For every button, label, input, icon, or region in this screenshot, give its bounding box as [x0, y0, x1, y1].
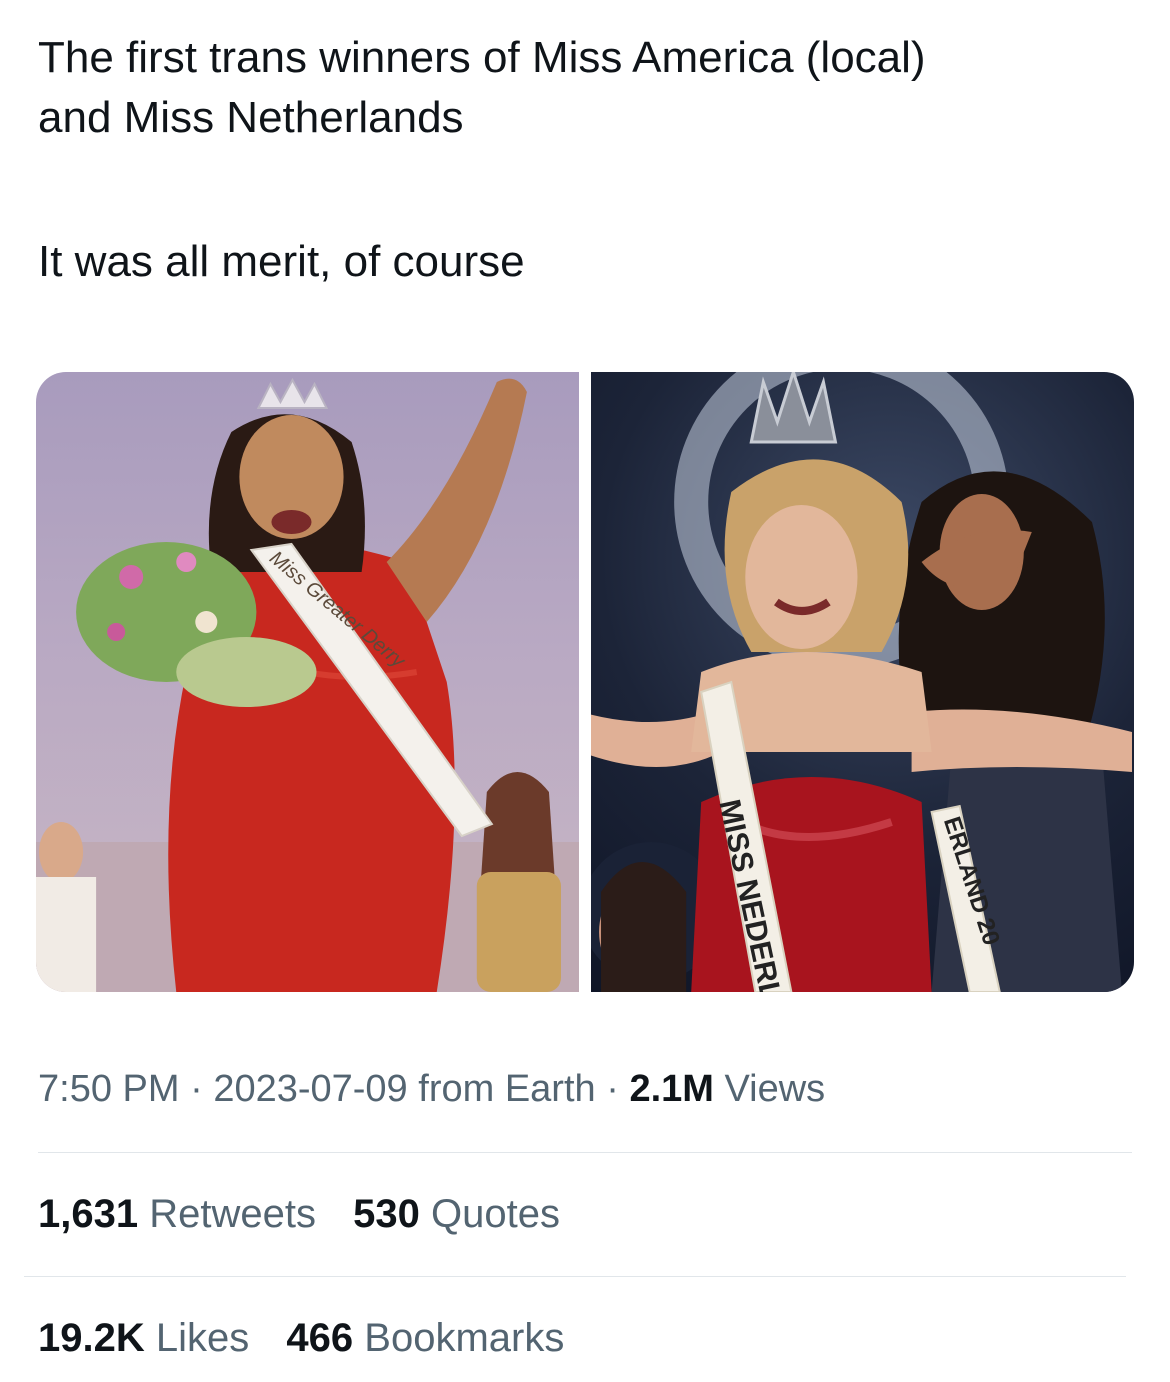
tweet-date[interactable]: 2023-07-09	[213, 1068, 407, 1110]
tweet-time[interactable]: 7:50 PM	[38, 1068, 180, 1110]
photo-illustration: Miss Greater Derry	[36, 377, 579, 992]
engagement-stats-row: 1,631 Retweets 530 Quotes	[38, 1186, 586, 1242]
tweet-text-line: It was all merit, of course	[38, 237, 525, 286]
likes-count: 19.2K	[38, 1316, 145, 1360]
divider	[24, 1276, 1126, 1277]
meta-separator: ·	[190, 1068, 203, 1110]
bookmarks-count: 466	[286, 1316, 354, 1360]
media-photo-miss-netherlands[interactable]: MISS NEDERL ERLAND 20	[591, 372, 1134, 992]
likes-stat[interactable]: 19.2K Likes	[38, 1310, 249, 1366]
media-photo-miss-greater-derry[interactable]: Miss Greater Derry	[36, 372, 579, 992]
views-label: Views	[724, 1068, 826, 1110]
tweet-text: The first trans winners of Miss America …	[38, 28, 1128, 292]
retweets-label: Retweets	[149, 1192, 316, 1236]
retweets-count: 1,631	[38, 1192, 139, 1236]
tweet-text-line: The first trans winners of Miss America …	[38, 33, 926, 82]
tweet-text-line: and Miss Netherlands	[38, 93, 464, 142]
likes-label: Likes	[155, 1316, 250, 1360]
views-count: 2.1M	[629, 1068, 714, 1110]
bookmarks-stat[interactable]: 466 Bookmarks	[286, 1310, 564, 1366]
tweet-meta: 7:50 PM · 2023-07-09 from Earth · 2.1M V…	[38, 1062, 825, 1116]
quotes-count: 530	[353, 1192, 420, 1236]
quotes-label: Quotes	[430, 1192, 560, 1236]
photo-illustration: MISS NEDERL ERLAND 20	[591, 372, 1132, 992]
tweet-media-grid: Miss Greater Derry MISS NEDERL ERLAND 20	[36, 372, 1134, 992]
bookmarks-label: Bookmarks	[364, 1316, 565, 1360]
quotes-stat[interactable]: 530 Quotes	[353, 1186, 560, 1242]
engagement-stats-row: 19.2K Likes 466 Bookmarks	[38, 1310, 590, 1366]
divider	[38, 1152, 1132, 1153]
tweet-source: from Earth	[418, 1068, 596, 1110]
meta-separator: ·	[606, 1068, 619, 1110]
retweets-stat[interactable]: 1,631 Retweets	[38, 1186, 316, 1242]
